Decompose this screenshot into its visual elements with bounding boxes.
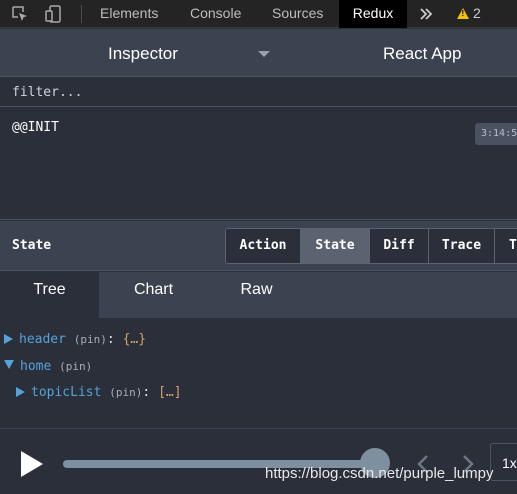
play-icon[interactable] [21, 451, 43, 477]
tab-state[interactable]: State [301, 229, 370, 263]
tree-node-value: {…} [122, 332, 147, 347]
tree-node-key: home [20, 359, 52, 374]
tab-chart[interactable]: Chart [104, 272, 203, 318]
tab-test[interactable]: T [495, 229, 517, 263]
filter-input[interactable] [0, 78, 517, 106]
action-list: @@INIT 3:14:5 [0, 108, 517, 220]
tab-elements[interactable]: Elements [100, 0, 158, 28]
tab-raw[interactable]: Raw [207, 272, 306, 318]
tree-node[interactable]: topicList (pin): […] [16, 383, 182, 403]
state-tree: header (pin): {…} home (pin) topicList (… [0, 318, 517, 428]
state-view-subtabs: Tree Chart Raw [0, 272, 517, 318]
expand-arrow-icon[interactable] [16, 387, 25, 397]
warning-counter[interactable]: 2 [457, 0, 481, 28]
warning-count: 2 [473, 5, 481, 21]
tree-node-colon: : [106, 332, 115, 347]
tree-node-value: […] [158, 385, 182, 400]
playback-speed-select[interactable]: 1x [490, 443, 517, 481]
collapse-arrow-icon[interactable] [4, 360, 14, 369]
action-name: @@INIT [12, 120, 59, 135]
device-toolbar-icon[interactable] [44, 4, 64, 24]
monitor-select-label: Inspector [108, 44, 178, 63]
state-header: State Action State Diff Trace T [0, 221, 517, 271]
tree-node[interactable]: home (pin) [4, 357, 92, 377]
tree-node-key: topicList [31, 385, 102, 400]
tab-tree[interactable]: Tree [0, 272, 99, 318]
inspect-element-icon[interactable] [10, 4, 30, 24]
pin-link[interactable]: (pin) [109, 386, 142, 399]
tab-action[interactable]: Action [226, 229, 301, 263]
tree-node-colon: : [142, 385, 151, 400]
view-tab-group: Action State Diff Trace T [225, 228, 517, 264]
tab-sources[interactable]: Sources [272, 0, 323, 28]
pin-link[interactable]: (pin) [74, 333, 107, 346]
action-list-item[interactable]: @@INIT 3:14:5 [0, 116, 517, 145]
tree-node-key: header [19, 332, 66, 347]
inspector-header: Inspector React App [0, 29, 517, 77]
tab-redux[interactable]: Redux [339, 0, 407, 28]
app-instance-select[interactable]: React App [383, 29, 461, 79]
warning-icon [457, 8, 469, 19]
action-timestamp: 3:14:5 [475, 123, 517, 145]
devtools-tab-bar: Elements Console Sources Redux 2 [0, 0, 517, 28]
state-panel-title: State [12, 238, 52, 253]
tab-trace[interactable]: Trace [429, 229, 495, 263]
expand-arrow-icon[interactable] [4, 334, 13, 344]
slider-monitor: 1x [0, 428, 517, 494]
tab-console[interactable]: Console [190, 0, 241, 28]
monitor-select[interactable]: Inspector [0, 29, 287, 77]
toolbar-divider [81, 5, 82, 23]
tree-node[interactable]: header (pin): {…} [4, 330, 146, 350]
filter-bar [0, 78, 517, 107]
watermark-text: https://blog.csdn.net/purple_lumpy [265, 465, 494, 482]
tab-diff[interactable]: Diff [370, 229, 429, 263]
chevron-down-icon [258, 51, 270, 57]
pin-link[interactable]: (pin) [59, 360, 92, 373]
double-chevron-right-icon[interactable] [416, 4, 436, 24]
